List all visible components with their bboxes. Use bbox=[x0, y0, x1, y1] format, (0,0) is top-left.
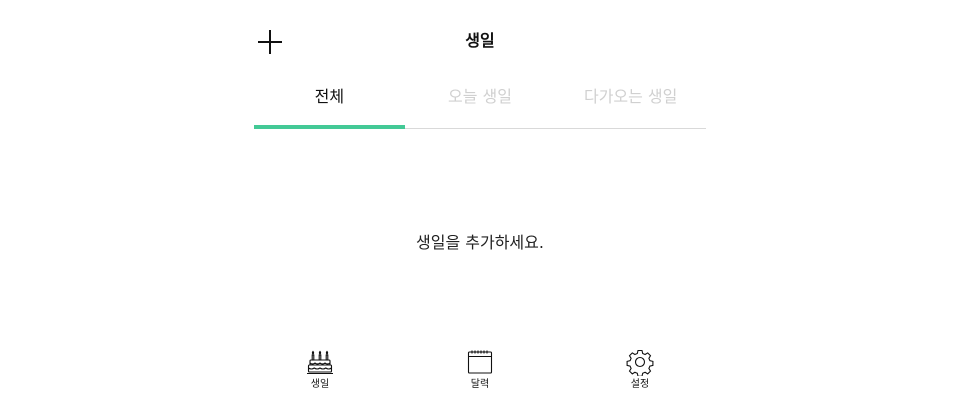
calendar-icon bbox=[467, 350, 493, 374]
gear-icon bbox=[626, 349, 654, 376]
tab-bar: 전체 오늘 생일 다가오는 생일 bbox=[254, 80, 706, 129]
nav-label-settings: 설정 bbox=[630, 379, 650, 390]
tab-all[interactable]: 전체 bbox=[254, 80, 405, 129]
nav-label-calendar: 달력 bbox=[470, 379, 490, 390]
page-title: 생일 bbox=[465, 31, 495, 50]
nav-item-settings[interactable]: 설정 bbox=[560, 348, 720, 400]
empty-state-message: 생일을 추가하세요. bbox=[416, 233, 544, 252]
nav-item-birthday[interactable]: 생일 bbox=[240, 348, 400, 400]
header: 생일 bbox=[254, 0, 706, 80]
app-window: 생일 전체 오늘 생일 다가오는 생일 생일을 추가하세요. 생일 달력 설정 bbox=[0, 0, 960, 400]
birthday-cake-icon bbox=[307, 350, 333, 375]
nav-item-calendar[interactable]: 달력 bbox=[400, 348, 560, 400]
tab-today-birthday[interactable]: 오늘 생일 bbox=[405, 80, 556, 128]
bottom-nav: 생일 달력 설정 bbox=[240, 348, 720, 400]
nav-label-birthday: 생일 bbox=[310, 379, 330, 390]
tab-upcoming-birthday[interactable]: 다가오는 생일 bbox=[555, 80, 706, 128]
